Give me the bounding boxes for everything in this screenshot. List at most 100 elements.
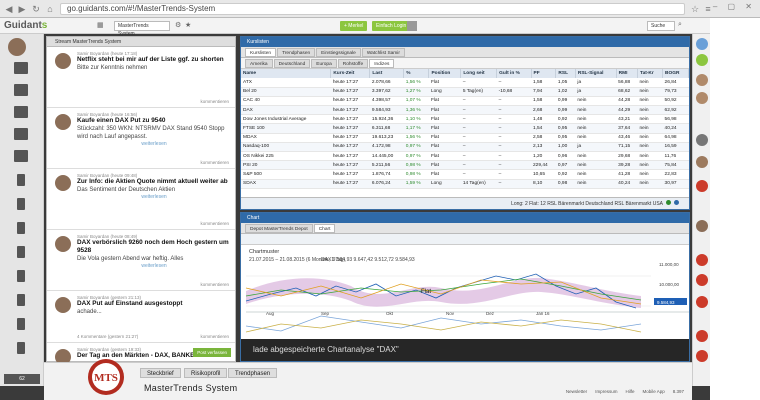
column-header[interactable]: Last <box>369 69 405 78</box>
bookmark-icon[interactable] <box>17 174 25 186</box>
member-avatar[interactable] <box>696 74 708 86</box>
bookmark-icon[interactable] <box>17 198 25 210</box>
help-link[interactable]: Hilfe <box>625 389 634 394</box>
table-row[interactable]: Bel 20 heute 17:27 3.397,62 1,27 % Long 5 Tag… <box>241 87 689 97</box>
monitor-icon[interactable] <box>14 62 28 74</box>
star-icon[interactable]: ☆ <box>690 4 700 14</box>
tab-einstiegssignale[interactable]: Einstiegssignale <box>316 48 361 57</box>
column-header[interactable]: Kurs-Zeit <box>330 69 371 78</box>
tab-risikoprofil[interactable]: Risikoprofil <box>184 368 228 378</box>
column-header[interactable]: RSL-Signal <box>575 69 617 78</box>
bookmark-icon[interactable] <box>17 270 25 282</box>
board-select[interactable]: MasterTrends System <box>114 21 170 37</box>
menu-icon[interactable]: ≡ <box>703 4 713 14</box>
tab-chart[interactable]: Chart <box>313 224 336 233</box>
comment-link[interactable]: kommentieren <box>200 221 229 226</box>
tab-steckbrief[interactable]: Steckbrief <box>140 368 181 378</box>
column-header[interactable]: Position <box>428 69 462 78</box>
post-title[interactable]: DAX Put auf Einstand ausgestoppt <box>77 300 231 308</box>
impressum-link[interactable]: Impressum <box>595 389 617 394</box>
member-avatar[interactable] <box>696 180 708 192</box>
bookmark-icon[interactable] <box>17 222 25 234</box>
column-header[interactable]: Tat-Kr <box>637 69 664 78</box>
read-more-link[interactable]: weiterlesen <box>77 141 231 147</box>
table-row[interactable]: SDAX heute 17:27 6.076,24 1,59 % Long 14 Tag(… <box>241 179 689 189</box>
column-header[interactable]: RMI <box>616 69 639 78</box>
member-avatar[interactable] <box>696 274 708 286</box>
member-avatar[interactable] <box>696 220 708 232</box>
search-input[interactable]: Suche <box>647 21 675 31</box>
stream-post[interactable]: Samir Boyardan (heute 17:18) Netflix ste… <box>47 47 235 108</box>
table-row[interactable]: S&P 500 heute 17:27 1.876,74 0,98 % Flat – –10… <box>241 169 689 180</box>
chart-icon[interactable] <box>14 106 28 118</box>
chat-icon[interactable] <box>696 54 708 66</box>
guidants-logo[interactable]: Guidants <box>4 20 47 31</box>
member-avatar[interactable] <box>696 254 708 266</box>
url-input[interactable]: go.guidants.com/#!/MasterTrends-System <box>60 3 685 15</box>
column-header[interactable]: RSL <box>555 69 576 78</box>
window-controls[interactable]: – ▢ ✕ <box>713 2 756 11</box>
write-post-button[interactable]: Post verfassen <box>193 348 231 357</box>
tab-deutschland[interactable]: Deutschland <box>273 59 311 68</box>
table-row[interactable]: PSI 20 heute 17:27 5.211,56 0,98 % Flat – –229… <box>241 160 689 171</box>
member-avatar[interactable] <box>696 296 708 308</box>
post-title[interactable]: Netflix steht bei mir auf der Liste ggf.… <box>77 56 231 64</box>
comment-link[interactable]: kommentieren <box>200 334 229 339</box>
author-avatar[interactable] <box>55 236 71 252</box>
table-row[interactable]: DAX heute 17:27 9.584,93 1,36 % Flat – –2,68 0,… <box>241 105 689 116</box>
tab-kurslisten[interactable]: Kurslisten <box>245 48 277 57</box>
tab-trendphasen[interactable]: Trendphasen <box>277 48 316 57</box>
table-row[interactable]: MDAX heute 17:27 19.613,23 1,56 % Flat – –2,58… <box>241 133 689 143</box>
favorite-star-icon[interactable]: ★ <box>185 21 191 29</box>
member-avatar[interactable] <box>696 156 708 168</box>
table-row[interactable]: Dow Jones Industrial Average heute 17:27 1… <box>241 114 689 125</box>
read-more-link[interactable]: weiterlesen <box>77 194 231 200</box>
calendar-icon[interactable] <box>14 128 28 140</box>
stream-post[interactable]: Samir Boyardan (heute 08:49) DAX verbörs… <box>47 230 235 291</box>
column-header[interactable]: PF <box>531 69 557 78</box>
mobile-app-link[interactable]: Mobile App <box>642 389 664 394</box>
column-header[interactable]: Gult in % <box>496 69 532 78</box>
bookmark-icon[interactable] <box>17 318 25 330</box>
comment-link[interactable]: kommentieren <box>200 282 229 287</box>
column-header[interactable]: Name <box>241 69 332 78</box>
table-row[interactable]: OS Nikkei 225 heute 17:27 14.445,00 0,97 % F… <box>241 151 689 162</box>
tab-amerika[interactable]: Amerika <box>245 59 273 68</box>
table-row[interactable]: CAC 40 heute 17:27 4.398,57 1,07 % Flat – –1,5… <box>241 96 689 107</box>
author-avatar[interactable] <box>55 53 71 69</box>
table-row[interactable]: Nasdaq-100 heute 17:27 4.172,98 0,97 % Flat –… <box>241 142 689 153</box>
login-button[interactable]: Einfach Login <box>372 21 411 31</box>
stream-post[interactable]: Samir Boyardan (heute 09:48) Zur Info: d… <box>47 169 235 230</box>
tab-watchlist[interactable]: Watchlist Samir <box>361 48 405 57</box>
tab-rohstoffe[interactable]: Rohstoffe <box>337 59 369 68</box>
table-row[interactable]: FTSE 100 heute 17:27 6.311,68 1,17 % Flat – –1… <box>241 123 689 134</box>
read-more-link[interactable]: weiterlesen <box>77 263 231 269</box>
member-avatar[interactable] <box>696 134 708 146</box>
tab-trendphasen-bottom[interactable]: Trendphasen <box>228 368 278 378</box>
comments-count[interactable]: 4 Kommentare (gestern 21:27) <box>77 334 138 339</box>
chart-toolbar[interactable] <box>241 234 689 245</box>
column-header[interactable]: Long seit <box>460 69 498 78</box>
column-header[interactable]: BOGR <box>662 69 689 78</box>
search-icon[interactable]: ⌕ <box>678 21 682 29</box>
reload-icon[interactable]: ↻ <box>31 4 41 14</box>
user-avatar[interactable] <box>407 21 417 31</box>
notification-icon[interactable] <box>696 38 708 50</box>
author-avatar[interactable] <box>55 297 71 313</box>
settings-icon[interactable]: ⚙ <box>175 21 181 29</box>
forward-icon[interactable]: ▶ <box>17 4 27 14</box>
link-icon[interactable] <box>14 150 28 162</box>
home-icon[interactable]: ⌂ <box>45 4 55 14</box>
board-icon[interactable]: ▦ <box>97 21 104 29</box>
stream-post[interactable]: Samir Boyardan (gestern 21:13) DAX Put a… <box>47 291 235 343</box>
author-avatar[interactable] <box>55 175 71 191</box>
add-widget-button[interactable]: + Merkel <box>340 21 368 31</box>
post-title[interactable]: Zur Info: die Aktien Quote nimmt aktuell… <box>77 178 231 186</box>
post-title[interactable]: DAX verbörslich 9260 noch dem Hoch geste… <box>77 239 231 255</box>
bookmark-icon[interactable] <box>17 342 25 354</box>
column-header[interactable]: % <box>403 69 430 78</box>
post-title[interactable]: Kaufe einen DAX Put zu 9540 <box>77 117 231 125</box>
member-avatar[interactable] <box>696 330 708 342</box>
author-avatar[interactable] <box>55 114 71 130</box>
bookmark-icon[interactable] <box>17 246 25 258</box>
